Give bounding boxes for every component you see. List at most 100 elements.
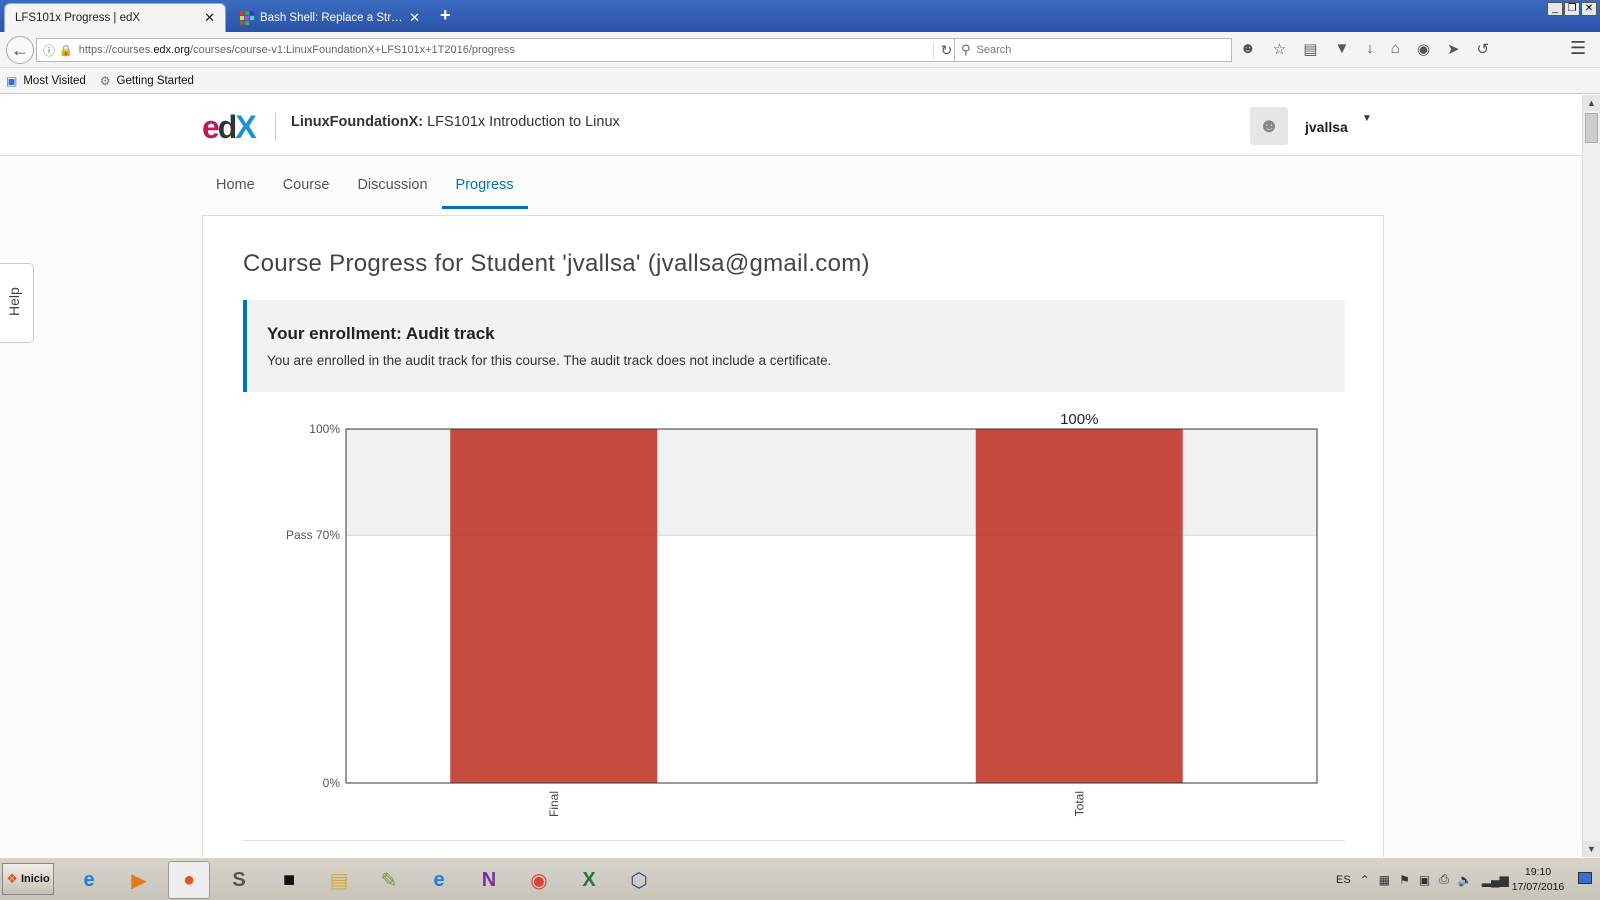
start-label: Inicio (20, 873, 50, 885)
header-divider (275, 113, 276, 141)
grade-chart-svg: Final 100% Total 100% Pass 70% 0% (286, 411, 1318, 817)
y-tick-label: 0% (323, 776, 341, 790)
start-button[interactable]: ❖ Inicio (2, 863, 54, 895)
onenote-icon[interactable]: N (468, 861, 510, 899)
pocket-icon[interactable]: ▼ (1334, 40, 1349, 58)
scroll-up-icon[interactable]: ▲ (1583, 95, 1600, 111)
file-explorer-icon[interactable]: ▤ (318, 861, 360, 899)
bookmark-label: Most Visited (23, 74, 86, 87)
scroll-down-icon[interactable]: ▼ (1583, 841, 1600, 857)
image-editor-icon[interactable]: ✎ (368, 861, 410, 899)
chrome-icon[interactable]: ◉ (518, 861, 560, 899)
extension-icon[interactable]: ☻ (1240, 40, 1256, 58)
tab-favicon-icon (240, 10, 254, 25)
lock-icon: 🔒 (59, 44, 73, 57)
chart-bar (450, 429, 658, 783)
url-bar[interactable]: ⓘ 🔒 https://courses.edx.org/courses/cour… (36, 38, 960, 62)
clock-time: 19:10 (1524, 866, 1552, 878)
folder-icon: ▣ (6, 73, 18, 88)
enrollment-notice: Your enrollment: Audit track You are enr… (243, 300, 1345, 392)
page-title: Course Progress for Student 'jvallsa' (j… (243, 250, 870, 277)
new-tab-button[interactable]: + (440, 5, 451, 26)
window-controls: _ ❐ ✕ (1547, 2, 1597, 16)
tab-edx-progress[interactable]: LFS101x Progress | edX ✕ (4, 3, 226, 32)
edx-logo[interactable]: edX (202, 109, 257, 146)
flag-icon[interactable]: ⚑ (1399, 873, 1410, 887)
device-icon[interactable]: ▣ (1419, 873, 1430, 887)
close-window-button[interactable]: ✕ (1581, 2, 1597, 16)
gear-icon: ⚙ (99, 73, 111, 88)
terminal-icon[interactable]: ■ (268, 861, 310, 899)
search-icon: ⚲ (961, 42, 971, 57)
bookmark-getting-started[interactable]: ⚙ Getting Started (100, 74, 194, 88)
clock-date: 17/07/2016 (1511, 881, 1565, 893)
windows-logo-icon: ❖ (6, 871, 18, 886)
firefox-icon[interactable]: ● (168, 861, 210, 899)
virtualbox-icon[interactable]: ⬡ (618, 861, 660, 899)
restore-button[interactable]: ❐ (1564, 2, 1580, 16)
browser-tab-strip: LFS101x Progress | edX ✕ Bash Shell: Rep… (0, 0, 1600, 32)
bookmark-label: Getting Started (116, 74, 194, 87)
progress-card: Course Progress for Student 'jvallsa' (j… (202, 215, 1384, 857)
tray-expand-icon[interactable]: ⌃ (1360, 873, 1370, 887)
toolbar-icons: ☻ ☆ ▤ ▼ ↓ ⌂ ◉ ➤ ↺ (1240, 40, 1489, 58)
search-input[interactable]: ⚲ Search (954, 38, 1232, 62)
grade-chart: Final 100% Total 100% Pass 70% 0% (243, 396, 1343, 836)
clock[interactable]: 19:10 17/07/2016 (1508, 865, 1568, 895)
send-icon[interactable]: ➤ (1447, 40, 1460, 58)
bookmark-most-visited[interactable]: ▣ Most Visited (6, 74, 86, 88)
help-tab[interactable]: Help (0, 263, 34, 343)
close-tab-icon[interactable]: ✕ (409, 10, 420, 26)
chat-icon[interactable]: ◉ (1417, 40, 1430, 58)
network-icon[interactable]: ▂▄▆ (1482, 873, 1509, 887)
enrollment-title: Your enrollment: Audit track (267, 324, 495, 343)
bar-data-label: 100% (1060, 411, 1098, 428)
sync-icon[interactable]: ↺ (1477, 40, 1490, 58)
username[interactable]: jvallsa (1305, 119, 1348, 135)
volume-icon[interactable]: 🔈 (1458, 873, 1473, 887)
system-tray: ES ⌃ ▦ ⚑ ▣ ⎙ 🔈 ▂▄▆ (1336, 858, 1509, 900)
tab-bash-shell[interactable]: Bash Shell: Replace a String ... ✕ (230, 3, 430, 32)
enrollment-text: You are enrolled in the audit track for … (267, 353, 832, 368)
x-tick-label: Total (1072, 791, 1086, 816)
avatar[interactable]: ☻ (1250, 107, 1288, 145)
show-desktop-button[interactable] (1578, 872, 1592, 884)
course-title: LinuxFoundationX: LFS101x Introduction t… (291, 114, 620, 130)
menu-icon[interactable]: ☰ (1570, 38, 1586, 59)
help-label: Help (6, 287, 22, 316)
tab-title: LFS101x Progress | edX (15, 12, 141, 24)
sublime-text-icon[interactable]: S (218, 861, 260, 899)
excel-icon[interactable]: X (568, 861, 610, 899)
navigation-toolbar: ← ⓘ 🔒 https://courses.edx.org/courses/co… (0, 32, 1600, 68)
tab-discussion[interactable]: Discussion (343, 163, 441, 209)
x-tick-label: Final (547, 791, 561, 817)
tab-home[interactable]: Home (202, 163, 269, 209)
download-icon[interactable]: ↓ (1366, 40, 1374, 58)
scroll-thumb[interactable] (1585, 113, 1598, 143)
site-info-icon[interactable]: ⓘ (43, 42, 55, 59)
search-placeholder: Search (976, 44, 1012, 56)
internet-explorer-icon[interactable]: e (418, 861, 460, 899)
home-icon[interactable]: ⌂ (1391, 40, 1400, 58)
chevron-down-icon[interactable]: ▼ (1362, 113, 1372, 124)
tab-title: Bash Shell: Replace a String ... (260, 11, 403, 24)
y-tick-label: 100% (309, 422, 340, 436)
windows-icon[interactable]: ▦ (1379, 873, 1390, 887)
language-indicator[interactable]: ES (1336, 874, 1351, 886)
internet-explorer-icon[interactable]: e (68, 861, 110, 899)
back-button[interactable]: ← (6, 36, 34, 64)
bookmark-star-icon[interactable]: ☆ (1273, 40, 1286, 58)
bookmarks-toolbar: ▣ Most Visited ⚙ Getting Started (0, 68, 1600, 94)
site-header: edX LinuxFoundationX: LFS101x Introducti… (0, 95, 1582, 156)
printer-icon[interactable]: ⎙ (1439, 872, 1449, 887)
minimize-button[interactable]: _ (1547, 2, 1563, 16)
tab-course[interactable]: Course (269, 163, 344, 209)
media-player-icon[interactable]: ▶ (118, 861, 160, 899)
reading-list-icon[interactable]: ▤ (1303, 40, 1317, 58)
tab-progress[interactable]: Progress (441, 163, 528, 209)
url-text[interactable]: https://courses.edx.org/courses/course-v… (79, 44, 933, 56)
close-tab-icon[interactable]: ✕ (204, 10, 215, 26)
chart-bar (975, 429, 1183, 783)
page-scrollbar[interactable]: ▲ ▼ (1582, 95, 1600, 857)
divider (243, 840, 1345, 841)
